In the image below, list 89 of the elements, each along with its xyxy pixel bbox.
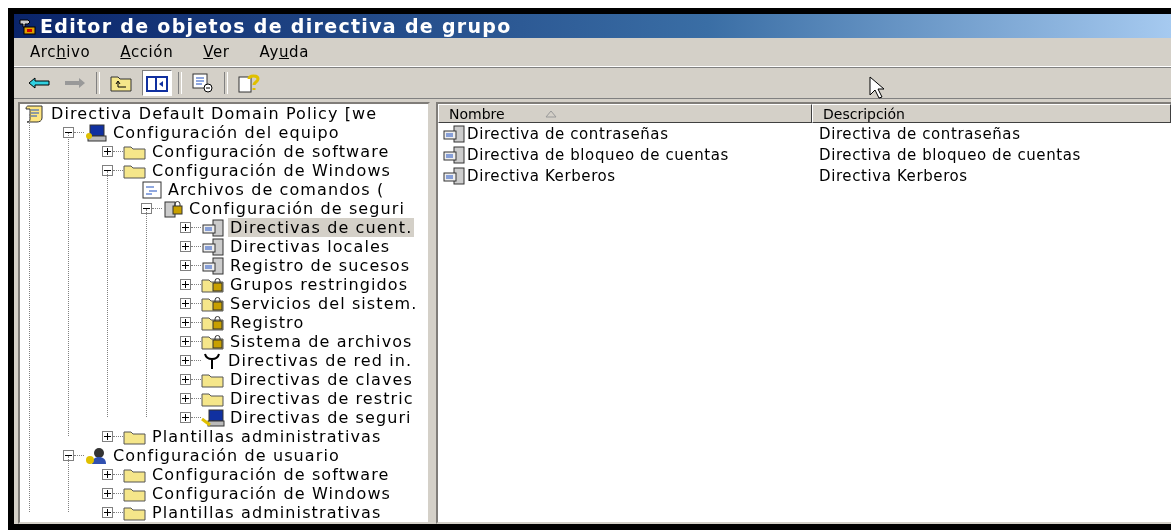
expand-toggle[interactable]: [180, 222, 191, 233]
tree-item[interactable]: Directivas de restric: [228, 389, 416, 408]
tree-item[interactable]: Registro de sucesos: [228, 256, 413, 275]
server-icon: [442, 125, 466, 143]
tree-item[interactable]: Configuración de seguri: [187, 199, 407, 218]
expand-toggle[interactable]: [180, 374, 191, 385]
expand-toggle[interactable]: [180, 317, 191, 328]
tree-item[interactable]: Archivos de comandos (: [166, 180, 387, 199]
menu-item[interactable]: Acción: [120, 43, 174, 61]
help-icon: [238, 73, 260, 93]
list-item[interactable]: Directiva de contraseñas: [467, 125, 669, 143]
tree-item[interactable]: Directivas de seguri: [228, 408, 414, 427]
menu-item[interactable]: Ayuda: [259, 43, 309, 61]
tree-item[interactable]: Configuración de Windows: [150, 484, 394, 503]
expand-toggle[interactable]: [180, 355, 191, 366]
server-icon: [442, 167, 466, 185]
user-icon: [84, 446, 108, 465]
folder-icon: [201, 390, 225, 407]
collapse-toggle[interactable]: [63, 127, 74, 138]
folder-icon: [201, 371, 225, 388]
list-item[interactable]: Directiva Kerberos: [467, 167, 616, 185]
list-item[interactable]: Directiva de bloqueo de cuentas: [467, 146, 729, 164]
table-cell-text: Directiva de bloqueo de cuentas: [818, 146, 1081, 164]
column-header[interactable]: Nombre: [438, 104, 812, 123]
tree-item[interactable]: Configuración del equipo: [111, 123, 342, 142]
locked-folder-icon: [201, 295, 225, 312]
scroll-icon: [24, 104, 46, 123]
tree-item[interactable]: Directivas locales: [228, 237, 393, 256]
expand-toggle[interactable]: [102, 507, 113, 518]
expand-toggle[interactable]: [180, 336, 191, 347]
server-icon: [201, 256, 225, 275]
tree-item[interactable]: Registro: [228, 313, 307, 332]
tree-item[interactable]: Configuración de software: [150, 465, 392, 484]
forward-arrow-icon: [64, 77, 86, 89]
folder-icon: [123, 504, 147, 521]
expand-toggle[interactable]: [102, 488, 113, 499]
expand-toggle[interactable]: [102, 146, 113, 157]
folder-up-icon: [110, 74, 132, 92]
tree-item[interactable]: Plantillas administrativas: [150, 427, 384, 446]
back-arrow-icon: [28, 77, 50, 89]
expand-toggle[interactable]: [180, 279, 191, 290]
window-title: Editor de objetos de directiva de grupo: [40, 15, 512, 37]
expand-toggle[interactable]: [180, 412, 191, 423]
expand-toggle[interactable]: [180, 298, 191, 309]
tree-item[interactable]: Grupos restringidos: [228, 275, 411, 294]
server-icon: [201, 237, 225, 256]
collapse-toggle[interactable]: [141, 203, 152, 214]
toolbox-icon: [18, 17, 36, 35]
tree-item[interactable]: Directivas de cuent.: [228, 218, 415, 237]
folder-icon: [123, 162, 147, 179]
expand-toggle[interactable]: [180, 393, 191, 404]
menu-item[interactable]: Ver: [203, 43, 230, 61]
folder-icon: [123, 485, 147, 502]
table-cell-text: Directiva Kerberos: [818, 167, 968, 185]
server-icon: [201, 218, 225, 237]
tree-item[interactable]: Directiva Default Domain Policy [we: [49, 104, 380, 123]
expand-toggle[interactable]: [102, 431, 113, 442]
collapse-toggle[interactable]: [102, 165, 113, 176]
script-icon: [141, 180, 163, 199]
computer-key-icon: [201, 408, 225, 427]
folder-icon: [123, 143, 147, 160]
server-icon: [442, 146, 466, 164]
locked-folder-icon: [201, 314, 225, 331]
toolbar-button[interactable]: [142, 70, 172, 96]
antenna-icon: [201, 351, 223, 370]
tree-item[interactable]: Plantillas administrativas: [150, 503, 384, 522]
locked-folder-icon: [201, 276, 225, 293]
table-cell-text: Directiva de contraseñas: [818, 125, 1021, 143]
folder-icon: [123, 466, 147, 483]
export-list-icon: [192, 73, 214, 93]
expand-toggle[interactable]: [180, 260, 191, 271]
folder-icon: [123, 428, 147, 445]
tree-item[interactable]: Directivas de claves: [228, 370, 415, 389]
collapse-toggle[interactable]: [63, 450, 74, 461]
tree-item[interactable]: Directivas de red in.: [226, 351, 415, 370]
mouse-pointer-icon: [869, 76, 885, 100]
tree-item[interactable]: Sistema de archivos: [228, 332, 415, 351]
panes-icon: [146, 76, 168, 92]
tree-item[interactable]: Configuración de usuario: [111, 446, 342, 465]
computer-icon: [84, 123, 108, 142]
tree-item[interactable]: Configuración de software: [150, 142, 392, 161]
tree-item[interactable]: Configuración de Windows: [150, 161, 394, 180]
locked-server-icon: [162, 199, 184, 218]
expand-toggle[interactable]: [102, 469, 113, 480]
column-header[interactable]: Descripción: [812, 104, 1171, 123]
expand-toggle[interactable]: [180, 241, 191, 252]
menu-item[interactable]: Archivo: [30, 43, 91, 61]
tree-item[interactable]: Servicios del sistem.: [228, 294, 420, 313]
locked-folder-icon: [201, 333, 225, 350]
